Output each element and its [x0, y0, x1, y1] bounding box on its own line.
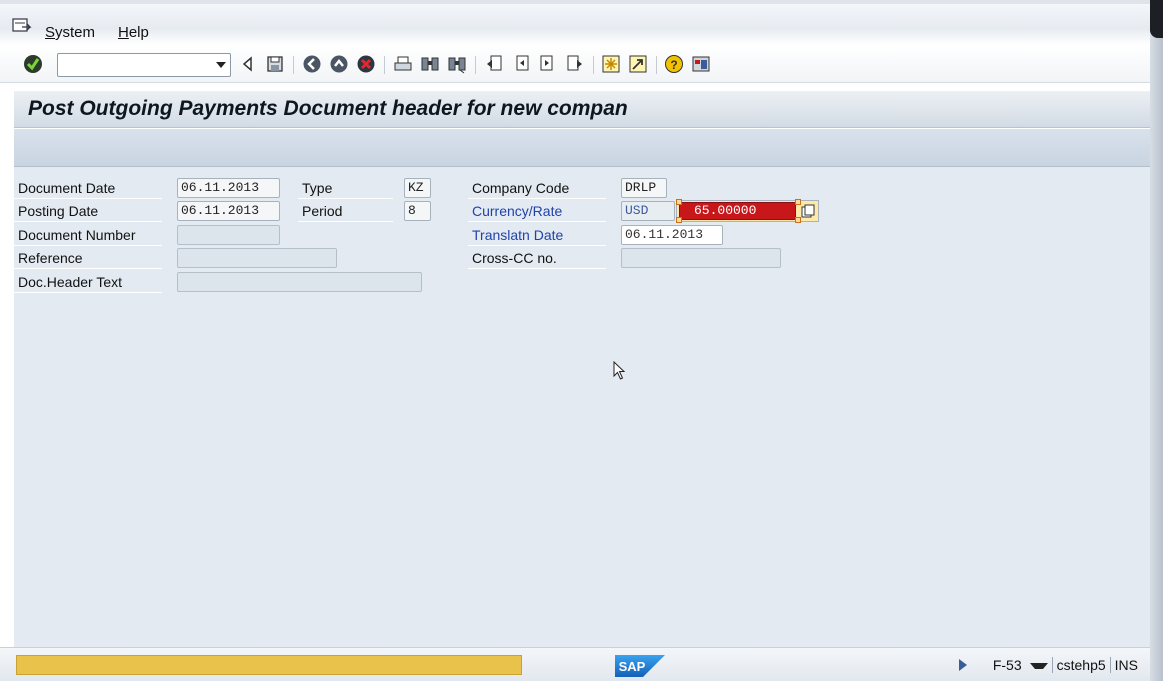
- title-bar: Post Outgoing Payments Document header f…: [14, 91, 1150, 128]
- window-edge: [1150, 0, 1163, 681]
- reference-field[interactable]: [177, 248, 337, 268]
- translation-date-label: Translatn Date: [468, 224, 606, 246]
- type-field[interactable]: KZ: [404, 178, 431, 198]
- server-name: cstehp5: [1056, 657, 1106, 673]
- document-number-label: Document Number: [14, 224, 162, 246]
- back-arrow-icon[interactable]: [237, 53, 259, 75]
- document-date-field[interactable]: 06.11.2013: [177, 178, 280, 198]
- doc-header-text-field[interactable]: [177, 272, 422, 292]
- status-bar: SAP F-53 cstehp5 INS: [0, 647, 1150, 681]
- period-field[interactable]: 8: [404, 201, 431, 221]
- find-icon[interactable]: [419, 53, 441, 75]
- menu-help[interactable]: Help: [118, 24, 149, 41]
- selection-handle: [676, 217, 682, 223]
- application-toolbar: [14, 129, 1150, 167]
- create-shortcut-icon[interactable]: [627, 53, 649, 75]
- enter-check-icon[interactable]: [22, 53, 44, 75]
- find-next-icon[interactable]: [446, 53, 468, 75]
- save-icon[interactable]: [264, 53, 286, 75]
- type-label: Type: [298, 177, 393, 199]
- document-number-field[interactable]: [177, 225, 280, 245]
- company-code-label: Company Code: [468, 177, 606, 199]
- command-input[interactable]: [58, 54, 208, 76]
- doc-header-text-label: Doc.Header Text: [14, 271, 162, 293]
- posting-date-label: Posting Date: [14, 200, 162, 222]
- currency-rate-label: Currency/Rate: [468, 200, 606, 222]
- menu-icon[interactable]: [12, 18, 32, 34]
- exchange-rate-field[interactable]: 65.00000: [679, 202, 796, 220]
- help-icon[interactable]: ?: [663, 53, 685, 75]
- transaction-code[interactable]: F-53: [985, 657, 1052, 673]
- menu-system[interactable]: System: [45, 24, 95, 41]
- next-page-icon[interactable]: [537, 53, 559, 75]
- cross-cc-label: Cross-CC no.: [468, 247, 606, 269]
- period-label: Period: [298, 200, 393, 222]
- customize-layout-icon[interactable]: [690, 53, 712, 75]
- page-title: Post Outgoing Payments Document header f…: [28, 97, 628, 120]
- standard-toolbar: ?: [0, 45, 1150, 83]
- copy-icon[interactable]: [800, 203, 816, 219]
- posting-date-field[interactable]: 06.11.2013: [177, 201, 280, 221]
- chevron-down-icon[interactable]: [216, 62, 226, 68]
- last-page-icon[interactable]: [564, 53, 586, 75]
- sap-logo: SAP: [615, 655, 665, 677]
- expand-status-icon[interactable]: [958, 659, 975, 671]
- input-mode[interactable]: INS: [1111, 657, 1142, 673]
- cross-cc-field[interactable]: [621, 248, 781, 268]
- chevron-down-icon[interactable]: [1029, 663, 1048, 670]
- first-page-icon[interactable]: [483, 53, 505, 75]
- menu-bar: System Help: [0, 0, 1150, 45]
- company-code-field[interactable]: DRLP: [621, 178, 667, 198]
- previous-page-icon[interactable]: [510, 53, 532, 75]
- mouse-pointer-icon: [613, 360, 627, 381]
- currency-field[interactable]: USD: [621, 201, 675, 221]
- status-message[interactable]: [16, 655, 522, 675]
- svg-text:SAP: SAP: [619, 659, 646, 674]
- create-session-icon[interactable]: [600, 53, 622, 75]
- system-info: F-53 cstehp5 INS: [958, 657, 1142, 673]
- print-icon[interactable]: [392, 53, 414, 75]
- reference-label: Reference: [14, 247, 162, 269]
- back-icon[interactable]: [301, 53, 323, 75]
- cancel-icon[interactable]: [355, 53, 377, 75]
- svg-text:?: ?: [670, 58, 677, 72]
- command-field[interactable]: [57, 53, 231, 77]
- selection-handle: [676, 199, 682, 205]
- exit-icon[interactable]: [328, 53, 350, 75]
- document-date-label: Document Date: [14, 177, 162, 199]
- translation-date-field[interactable]: 06.11.2013: [621, 225, 723, 245]
